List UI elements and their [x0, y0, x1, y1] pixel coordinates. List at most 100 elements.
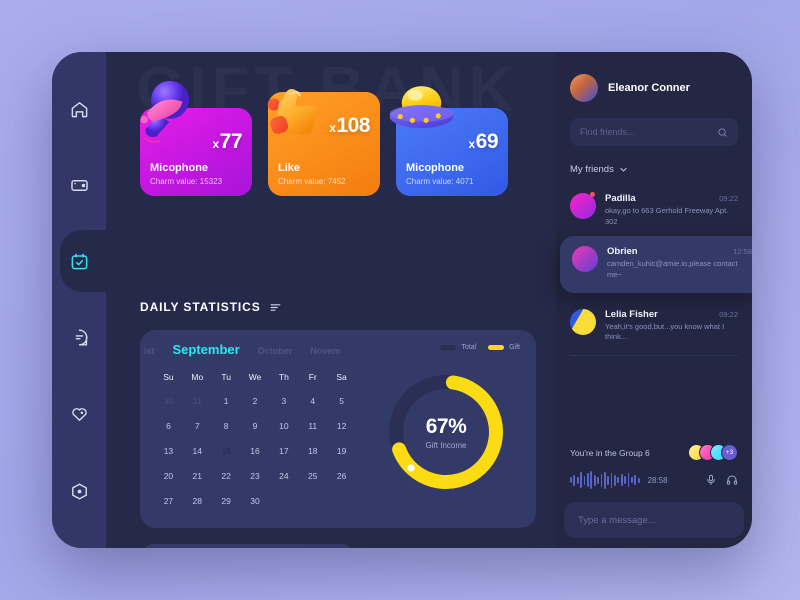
calendar-weekday: Sa — [336, 372, 347, 382]
list-item[interactable]: Obrien 12:58 camden_kuhic@amie.io,please… — [560, 235, 752, 293]
calendar-day[interactable]: 30 — [154, 388, 183, 413]
message-time: 09:22 — [719, 309, 738, 319]
gift-charm-value: Charm value: 15323 — [150, 177, 223, 186]
chart-legend: Total Gift — [370, 344, 520, 351]
message-body: Padilla 09:22 okay,go to 663 Gerhold Fre… — [605, 193, 738, 228]
calendar-day[interactable]: 10 — [269, 413, 298, 438]
message-preview: camden_kuhic@amie.io,please contact me~ — [607, 258, 738, 279]
calendar-day[interactable]: 1 — [212, 388, 241, 413]
message-sender: Lelia Fisher — [605, 308, 658, 320]
calendar-day[interactable]: 12 — [327, 413, 356, 438]
calendar-day[interactable]: 8 — [212, 413, 241, 438]
home-icon — [71, 101, 87, 117]
search-input[interactable] — [580, 127, 717, 137]
message-time: 12:58 — [733, 246, 752, 256]
gift-card[interactable]: x69 Micophone Charm value: 4071 — [389, 86, 508, 196]
microphone-icon[interactable] — [705, 474, 717, 486]
legend-swatch-gift — [488, 345, 505, 350]
list-item[interactable]: Padilla 09:22 okay,go to 663 Gerhold Fre… — [556, 185, 752, 236]
section-title: DAILY STATISTICS — [140, 300, 261, 314]
waveform[interactable] — [570, 470, 640, 490]
headphones-icon[interactable] — [726, 474, 738, 486]
calendar-day[interactable]: 3 — [269, 388, 298, 413]
donut-chart: 67% Gift Income — [384, 370, 508, 494]
month-tab[interactable]: October — [258, 346, 293, 356]
calendar-day[interactable]: 30 — [241, 488, 270, 513]
legend-label: Gift — [509, 344, 520, 351]
calendar-day[interactable]: 23 — [241, 463, 270, 488]
gift-income-chart: Total Gift 67% Gift Income — [370, 344, 520, 524]
divider — [570, 355, 738, 357]
calendar-day[interactable]: 22 — [212, 463, 241, 488]
month-tab-active[interactable]: September — [173, 342, 240, 357]
gift-card[interactable]: x77 Micophone Charm value: 15323 — [140, 80, 252, 196]
sidebar-item-calendar[interactable] — [52, 230, 106, 292]
sidebar-item-home[interactable] — [52, 86, 106, 132]
calendar-day[interactable]: 14 — [183, 438, 212, 463]
legend-label: Total — [461, 344, 477, 351]
calendar-week-row: 20 21 22 23 24 25 26 — [154, 463, 356, 488]
calendar-day[interactable]: 7 — [183, 413, 212, 438]
calendar-weekday: Th — [278, 372, 289, 382]
message-preview: Yeah,it's good,but...you know what I thi… — [605, 321, 725, 342]
calendar-weekday: Fr — [308, 372, 317, 382]
gift-name: Micophone — [150, 162, 209, 174]
gift-card[interactable]: x108 Like Charm value: 7452 — [267, 89, 380, 196]
calendar-day[interactable]: 29 — [212, 488, 241, 513]
current-user[interactable]: Eleanor Conner — [556, 52, 752, 102]
calendar-day[interactable]: 2 — [241, 388, 270, 413]
calendar-day-selected[interactable]: 15 — [212, 438, 241, 463]
message-composer[interactable] — [564, 502, 744, 538]
calendar-day[interactable]: 27 — [154, 488, 183, 513]
statistics-panel: ist September October Novem Su Mo Tu We Th Fr… — [140, 330, 536, 528]
sort-icon[interactable] — [269, 301, 282, 314]
calendar-day[interactable]: 31 — [183, 388, 212, 413]
list-item[interactable]: Lelia Fisher 09:22 Yeah,it's good,but...… — [556, 301, 752, 352]
calendar-day[interactable]: 17 — [269, 438, 298, 463]
message-time: 09:22 — [719, 194, 738, 203]
search-friends[interactable] — [570, 118, 738, 146]
calendar-day[interactable]: 18 — [298, 438, 327, 463]
search-icon[interactable] — [717, 127, 728, 138]
calendar-day[interactable]: 28 — [183, 488, 212, 513]
ufo-icon — [389, 86, 454, 128]
legend-swatch-total — [440, 345, 457, 350]
calendar-day[interactable]: 11 — [298, 413, 327, 438]
line-chart-svg — [140, 544, 355, 548]
sidebar-item-settings[interactable] — [52, 468, 106, 514]
calendar-day[interactable]: 4 — [298, 388, 327, 413]
gift-name: Like — [278, 162, 301, 174]
message-header: Obrien 12:58 — [607, 246, 752, 257]
group-avatar-stack[interactable]: +3 — [688, 444, 738, 461]
calendar-check-icon — [71, 253, 87, 269]
calendar-day — [298, 488, 327, 513]
calendar-day[interactable]: 25 — [298, 463, 327, 488]
calendar-day[interactable]: 6 — [154, 413, 183, 438]
heart-icon — [71, 407, 87, 421]
gift-count: x69 — [468, 130, 498, 153]
audio-controls — [705, 474, 738, 486]
audio-message[interactable]: 28:58 — [570, 470, 738, 490]
sidebar-item-favorites[interactable] — [52, 390, 106, 436]
calendar-day[interactable]: 21 — [183, 463, 212, 488]
group-extra-count[interactable]: +3 — [721, 444, 738, 461]
calendar-day[interactable]: 5 — [327, 388, 356, 413]
message-input[interactable] — [578, 514, 730, 526]
chevron-down-icon[interactable] — [619, 165, 628, 174]
sidebar-item-messages[interactable] — [52, 314, 106, 360]
month-tab[interactable]: ist — [144, 346, 155, 356]
calendar-day[interactable]: 19 — [327, 438, 356, 463]
message-body: Obrien 12:58 camden_kuhic@amie.io,please… — [607, 246, 752, 281]
calendar-day[interactable]: 26 — [327, 463, 356, 488]
calendar-day[interactable]: 9 — [241, 413, 270, 438]
calendar-body: 30 31 1 2 3 4 5 6 7 8 9 10 11 12 13 14 15 16 17 18 19 20 21 22 2… — [154, 388, 356, 513]
friends-filter[interactable]: My friends — [556, 146, 752, 175]
message-icon — [75, 329, 87, 345]
calendar-day[interactable]: 24 — [269, 463, 298, 488]
month-tab[interactable]: Novem — [310, 346, 340, 356]
calendar-day[interactable]: 16 — [241, 438, 270, 463]
calendar-day[interactable]: 20 — [154, 463, 183, 488]
calendar-day[interactable]: 13 — [154, 438, 183, 463]
sidebar-item-wallet[interactable] — [52, 162, 106, 208]
thumbs-up-icon — [267, 89, 317, 135]
